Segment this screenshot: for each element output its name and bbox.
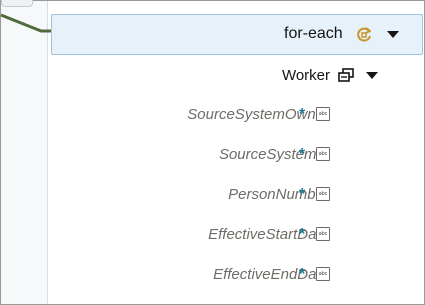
worker-row[interactable]: Worker <box>218 66 378 86</box>
required-marker: * <box>299 226 306 243</box>
for-each-menu-caret-icon[interactable] <box>387 31 399 38</box>
string-type-icon: abc <box>316 267 330 281</box>
for-each-node[interactable]: for-each <box>51 14 423 55</box>
loop-refresh-icon <box>357 27 371 42</box>
required-marker: * <box>299 266 306 283</box>
required-marker: * <box>299 186 306 203</box>
field-person-number[interactable]: PersonNumber <box>228 186 329 206</box>
string-type-icon: abc <box>316 107 330 121</box>
field-source-system-id[interactable]: SourceSystemId <box>219 146 329 166</box>
worker-menu-caret-icon[interactable] <box>366 72 378 79</box>
collection-icon <box>338 68 354 82</box>
string-type-icon: abc <box>316 147 330 161</box>
field-effective-end-date[interactable]: EffectiveEndDate <box>213 266 329 286</box>
required-marker: * <box>299 106 306 123</box>
worker-label: Worker <box>281 67 330 84</box>
string-type-icon: abc <box>316 187 330 201</box>
field-source-system-owner[interactable]: SourceSystemOwner <box>187 106 329 126</box>
string-type-icon: abc <box>316 227 330 241</box>
field-effective-start-date[interactable]: EffectiveStartDate <box>208 226 329 246</box>
required-marker: * <box>299 146 306 163</box>
for-each-label: for-each <box>284 25 343 42</box>
